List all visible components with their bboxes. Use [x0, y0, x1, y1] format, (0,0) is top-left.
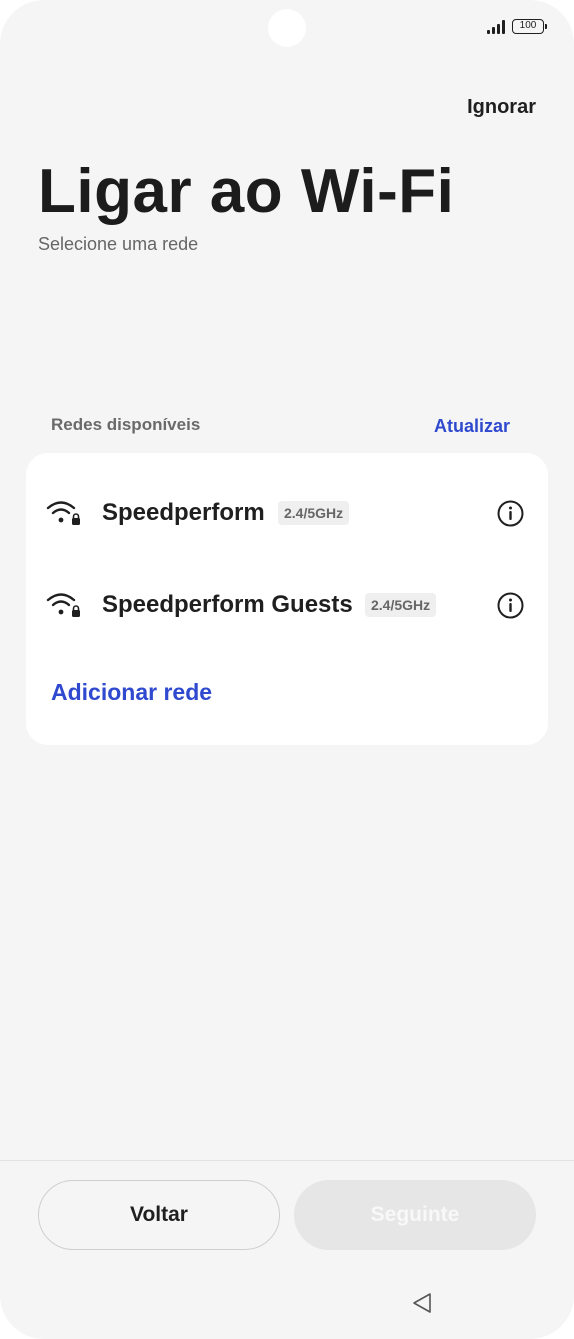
network-name: Speedperform	[102, 499, 265, 526]
refresh-button[interactable]: Atualizar	[434, 416, 510, 437]
skip-button[interactable]: Ignorar	[467, 96, 536, 119]
add-network-button[interactable]: Adicionar rede	[51, 679, 212, 706]
battery-level: 100	[519, 20, 537, 31]
network-list: Speedperform 2.4/5GHz Speedperform Guest…	[26, 453, 548, 745]
info-icon[interactable]	[497, 592, 524, 619]
page-subtitle: Selecione uma rede	[38, 234, 199, 254]
footer-divider	[0, 1160, 574, 1161]
available-networks-label: Redes disponíveis	[51, 415, 201, 434]
back-button[interactable]: Voltar	[38, 1180, 280, 1250]
info-icon[interactable]	[497, 500, 524, 527]
next-button[interactable]: Seguinte	[294, 1180, 536, 1250]
page-title: Ligar ao Wi-Fi	[38, 157, 455, 226]
status-bar: 100	[487, 19, 547, 34]
battery-icon: 100	[512, 19, 547, 34]
signal-icon	[487, 19, 505, 34]
screen: 100 Ignorar Ligar ao Wi-Fi Selecione uma…	[0, 0, 574, 1339]
camera-cutout	[268, 9, 306, 47]
nav-back-icon[interactable]	[411, 1292, 433, 1314]
network-band-badge: 2.4/5GHz	[278, 501, 350, 525]
network-band-badge: 2.4/5GHz	[365, 593, 437, 617]
network-name: Speedperform Guests	[102, 591, 353, 618]
network-item-speedperform-guests[interactable]: Speedperform Guests 2.4/5GHz	[26, 575, 548, 635]
wifi-locked-icon	[46, 501, 80, 525]
wifi-locked-icon	[46, 593, 80, 617]
network-item-speedperform[interactable]: Speedperform 2.4/5GHz	[26, 483, 548, 543]
